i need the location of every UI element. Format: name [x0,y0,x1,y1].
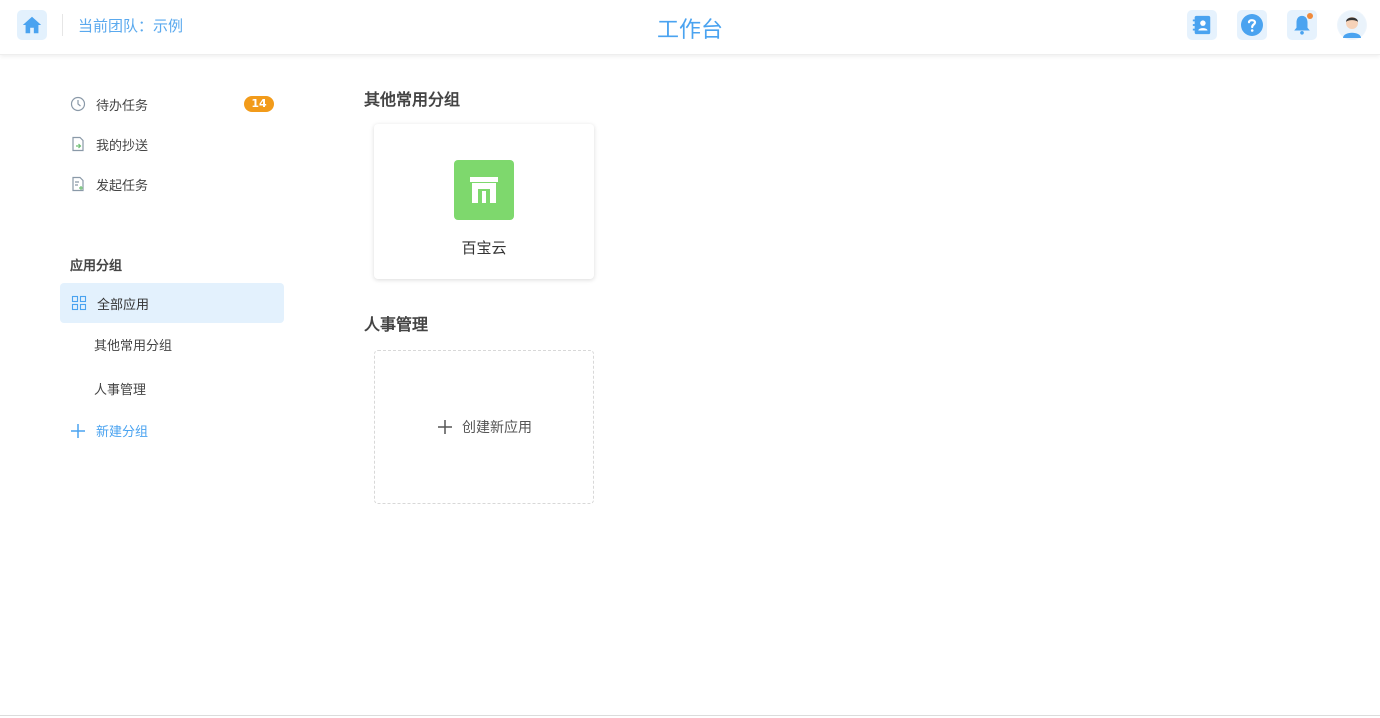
clock-icon [70,96,86,112]
sidebar-item-label: 待办任务 [96,98,149,114]
sidebar-group-other[interactable]: 其他常用分组 [94,335,172,354]
new-group-button[interactable]: 新建分组 [69,421,148,440]
app-card[interactable]: 百宝云 [374,124,594,279]
notification-dot [1307,13,1313,19]
sidebar-group-hr[interactable]: 人事管理 [94,379,146,398]
notifications-button[interactable] [1287,10,1317,40]
page-title: 工作台 [656,18,723,43]
help-icon [1241,14,1263,36]
help-button[interactable] [1237,10,1267,40]
app-groups-heading: 应用分组 [70,259,123,274]
top-header: 当前团队：示例 工作台 [0,0,1380,55]
sidebar-item-start-task[interactable]: 发起任务 [70,172,148,196]
document-share-icon [70,136,86,152]
group-title-hr: 人事管理 [364,315,429,334]
sidebar-item-label: 我的抄送 [96,138,149,154]
storefront-icon [454,160,514,220]
contacts-button[interactable] [1187,10,1217,40]
create-app-label: 创建新应用 [462,420,532,436]
bottom-divider [0,715,1380,716]
document-add-icon [70,176,86,192]
avatar[interactable] [1337,10,1367,40]
plus-icon [69,422,87,440]
plus-icon [436,418,454,436]
todo-count-badge: 14 [244,96,274,112]
create-app-button[interactable]: 创建新应用 [374,350,594,504]
user-avatar-icon [1338,11,1366,39]
sidebar-item-label: 发起任务 [96,178,149,194]
sidebar-item-all-apps[interactable]: 全部应用 [60,283,284,323]
sidebar-item-label: 全部应用 [97,297,150,313]
sidebar-item-todo[interactable]: 待办任务 [70,92,148,116]
sidebar-item-cc[interactable]: 我的抄送 [70,132,148,156]
app-name: 百宝云 [461,239,507,257]
contacts-icon [1192,15,1211,35]
grid-icon [71,295,87,311]
new-group-label: 新建分组 [96,425,149,440]
group-title-other: 其他常用分组 [364,90,461,109]
